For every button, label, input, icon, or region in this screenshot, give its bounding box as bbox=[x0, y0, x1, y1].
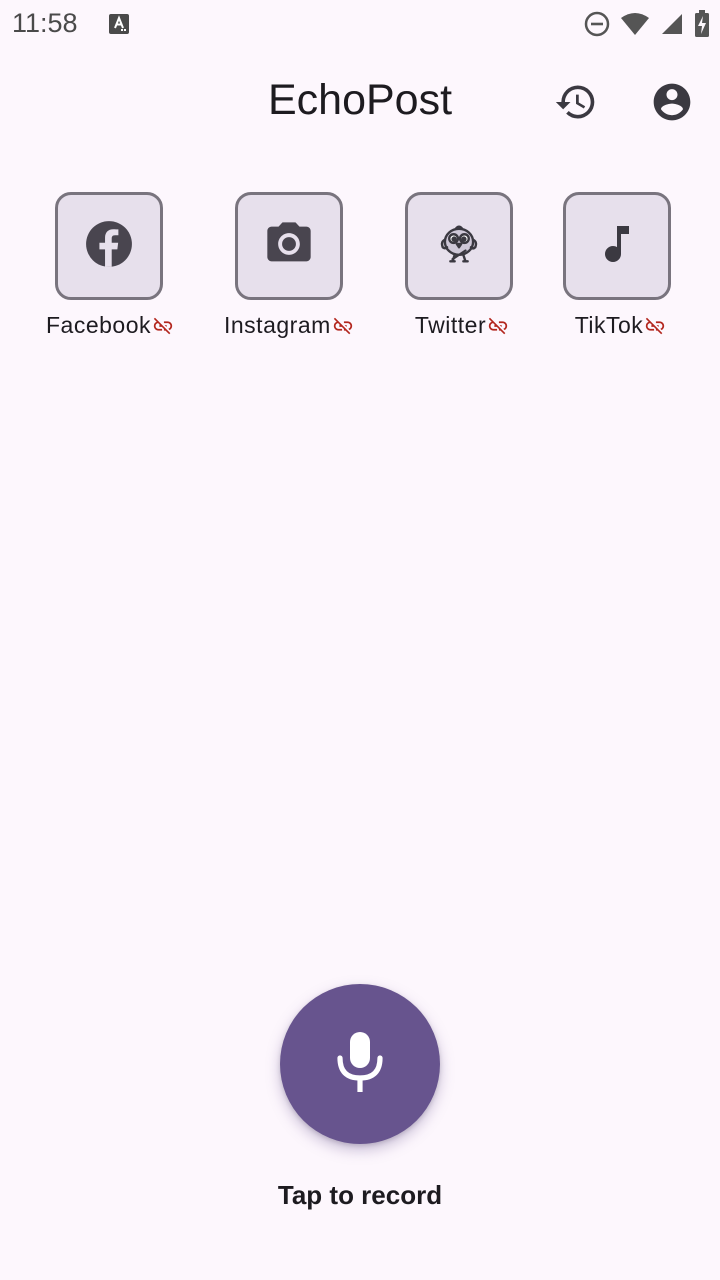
link-off-icon bbox=[644, 315, 666, 337]
camera-icon bbox=[263, 218, 315, 275]
cellular-signal-icon bbox=[660, 12, 684, 36]
instagram-tile-button[interactable] bbox=[235, 192, 343, 300]
battery-icon bbox=[694, 10, 710, 38]
link-off-icon bbox=[152, 315, 174, 337]
do-not-disturb-icon bbox=[584, 11, 610, 37]
platform-label: TikTok bbox=[574, 312, 644, 338]
bird-icon bbox=[433, 218, 485, 275]
link-off-icon bbox=[332, 315, 354, 337]
facebook-icon bbox=[84, 219, 134, 274]
platform-label: Instagram bbox=[224, 312, 331, 338]
microphone-icon bbox=[334, 1030, 386, 1099]
tiktok-label-row: TikTok bbox=[575, 312, 667, 339]
app-title: EchoPost bbox=[267, 76, 453, 124]
status-icons bbox=[584, 10, 710, 38]
platform-tiktok: TikTok bbox=[563, 192, 671, 339]
instagram-label-row: Instagram bbox=[224, 312, 354, 339]
facebook-tile-button[interactable] bbox=[55, 192, 163, 300]
wifi-icon bbox=[620, 12, 650, 36]
history-button[interactable] bbox=[552, 80, 600, 128]
account-circle-icon bbox=[650, 80, 694, 129]
twitter-label-row: Twitter bbox=[415, 312, 509, 339]
notification-app-icon bbox=[108, 12, 130, 36]
music-note-icon bbox=[593, 220, 641, 273]
platform-label: Twitter bbox=[414, 312, 487, 338]
link-off-icon bbox=[487, 315, 509, 337]
status-time: 11:58 bbox=[12, 8, 78, 38]
tiktok-tile-button[interactable] bbox=[563, 192, 671, 300]
history-icon bbox=[554, 80, 598, 129]
app-title-container: EchoPost bbox=[0, 76, 720, 125]
platform-facebook: Facebook bbox=[46, 192, 174, 339]
status-bar: 11:58 bbox=[0, 0, 720, 48]
platform-twitter: Twitter bbox=[405, 192, 513, 339]
record-label: Tap to record bbox=[277, 1180, 443, 1210]
facebook-label-row: Facebook bbox=[46, 312, 174, 339]
account-button[interactable] bbox=[648, 80, 696, 128]
platform-label: Facebook bbox=[46, 312, 152, 338]
twitter-tile-button[interactable] bbox=[405, 192, 513, 300]
platform-instagram: Instagram bbox=[224, 192, 354, 339]
record-button[interactable] bbox=[280, 984, 440, 1144]
